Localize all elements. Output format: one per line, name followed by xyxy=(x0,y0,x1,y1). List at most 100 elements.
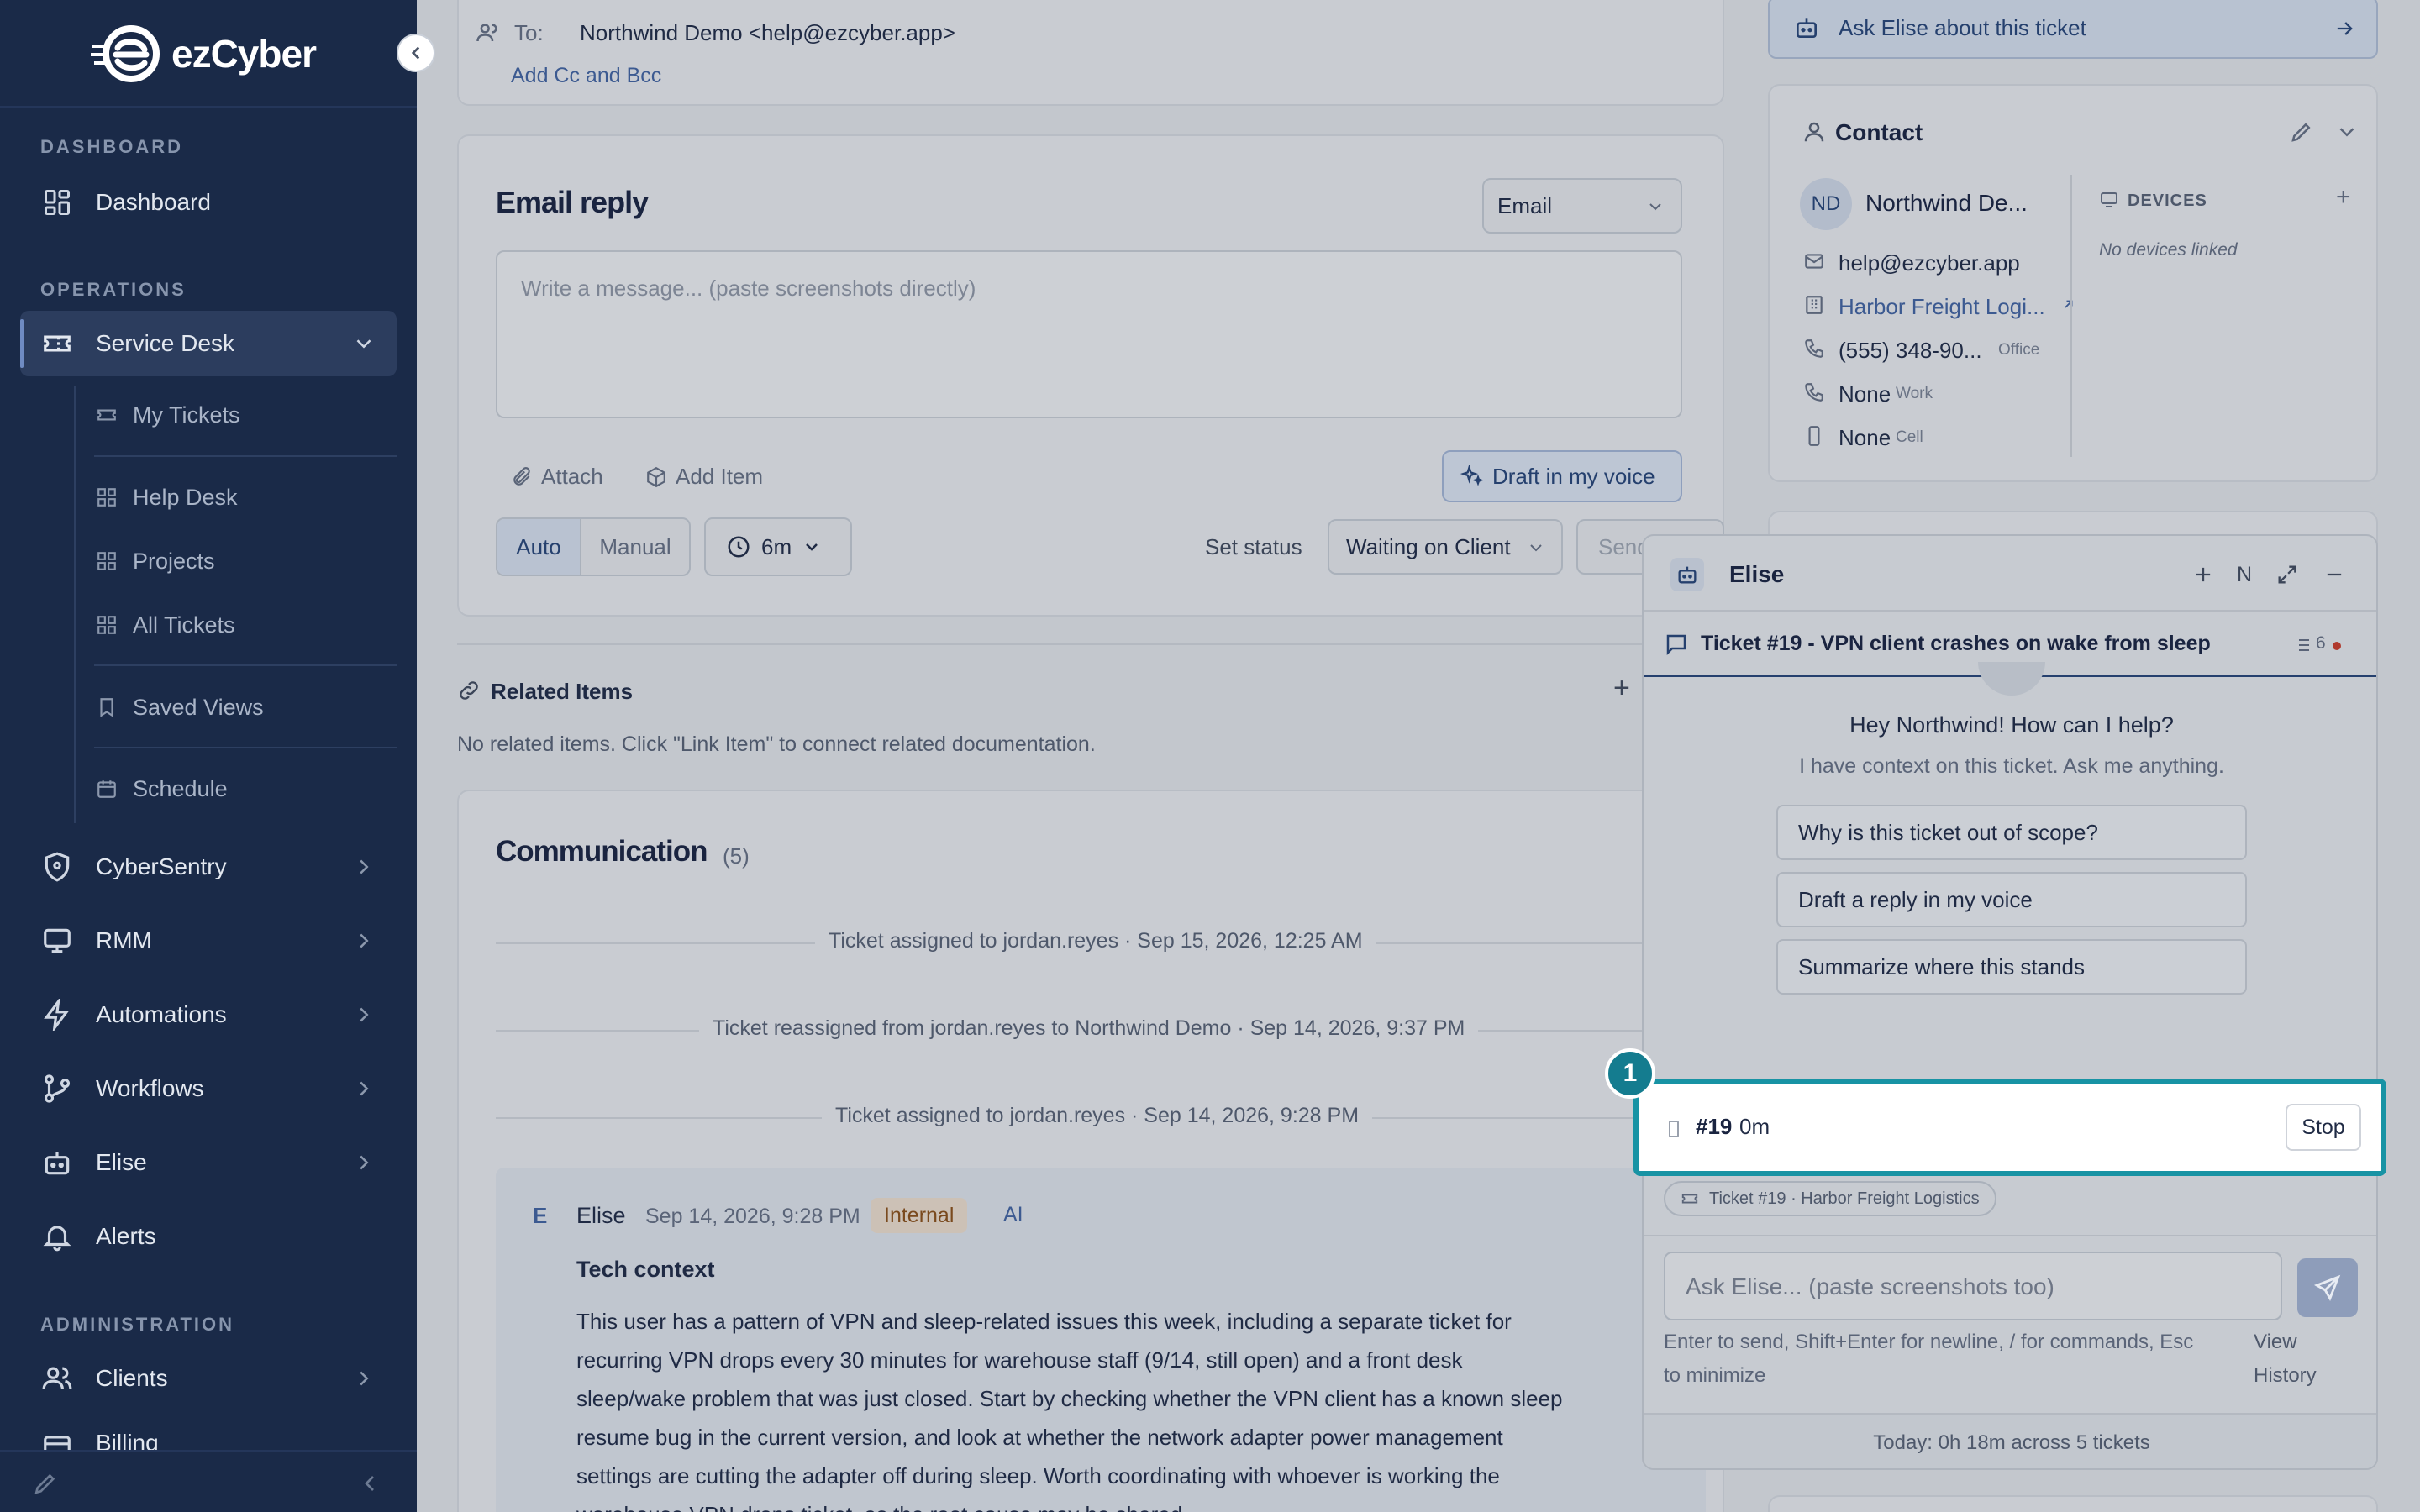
chevron-right-icon xyxy=(360,933,369,948)
grid-icon xyxy=(40,186,74,219)
communication-title: Communication xyxy=(496,835,708,868)
clock-icon xyxy=(728,536,750,558)
expand-icon[interactable] xyxy=(2275,563,2299,586)
phone-type: Office xyxy=(1998,341,2040,359)
sub-label: All Tickets xyxy=(133,612,235,638)
nav-label: Clients xyxy=(96,1365,168,1391)
unread-dot xyxy=(2333,642,2341,650)
minimize-icon[interactable] xyxy=(2323,563,2346,586)
bell-icon xyxy=(40,1220,74,1253)
channel-value: Email xyxy=(1497,192,1553,218)
manual-toggle[interactable]: Manual xyxy=(581,519,689,575)
contact-phone[interactable]: (555) 348-90... xyxy=(1839,338,1982,364)
send-message-button[interactable] xyxy=(2297,1258,2358,1317)
list-count: 6 xyxy=(2316,633,2326,653)
suggestion-out-of-scope[interactable]: Why is this ticket out of scope? xyxy=(1776,805,2247,860)
nav-rmm[interactable]: RMM xyxy=(20,908,397,974)
timer-ticket[interactable]: #19 xyxy=(1696,1114,1732,1140)
stop-timer-button[interactable]: Stop xyxy=(2286,1104,2361,1151)
view-history-link[interactable]: View xyxy=(2254,1331,2297,1354)
logo[interactable]: ezCyber xyxy=(91,22,317,86)
nav-dashboard[interactable]: Dashboard xyxy=(20,170,397,235)
nav-automations[interactable]: Automations xyxy=(20,982,397,1047)
recipients-card: To: Northwind Demo <help@ezcyber.app> Ad… xyxy=(457,0,1724,106)
set-status-label: Set status xyxy=(1205,534,1302,559)
sub-help-desk[interactable]: Help Desk xyxy=(94,471,397,523)
suggestion-summarize[interactable]: Summarize where this stands xyxy=(1776,939,2247,995)
contact-avatar: ND xyxy=(1800,178,1852,230)
devices-empty-text: No devices linked xyxy=(2099,240,2238,260)
contact-cell-phone: None xyxy=(1839,425,1891,450)
add-item-button[interactable]: Add Item xyxy=(645,464,763,490)
sidebar-collapse-button[interactable] xyxy=(397,34,435,72)
nav-alerts[interactable]: Alerts xyxy=(20,1204,397,1269)
nav-billing[interactable]: Billing xyxy=(20,1420,397,1450)
add-device-button[interactable]: + xyxy=(2336,183,2351,212)
time-value: 6m xyxy=(761,533,792,559)
nav-elise[interactable]: Elise xyxy=(20,1130,397,1195)
sub-my-tickets[interactable]: My Tickets xyxy=(94,389,397,441)
user-icon xyxy=(1804,122,1824,142)
timeline-event: Ticket assigned to jordan.reyes · Sep 15… xyxy=(815,929,1376,953)
chat-input[interactable]: Ask Elise... (paste screenshots too) xyxy=(1664,1252,2282,1320)
ticket-context-chip[interactable]: Ticket #19 · Harbor Freight Logistics xyxy=(1664,1181,1996,1216)
robot-icon xyxy=(1797,18,1817,38)
nav-cybersentry[interactable]: CyberSentry xyxy=(20,834,397,900)
time-select[interactable]: 6m xyxy=(704,517,852,576)
contact-work-phone: None xyxy=(1839,381,1891,407)
sub-schedule[interactable]: Schedule xyxy=(94,763,397,815)
nav-service-desk[interactable]: Service Desk xyxy=(20,311,397,376)
work-type: Work xyxy=(1896,385,1933,402)
pencil-icon[interactable] xyxy=(32,1470,59,1497)
contact-company-link[interactable]: Harbor Freight Logi... xyxy=(1839,294,2045,320)
sub-label: My Tickets xyxy=(133,402,240,428)
ask-elise-button[interactable]: Ask Elise about this ticket xyxy=(1768,0,2378,59)
list-icon[interactable] xyxy=(2292,635,2312,655)
chat-subtext: I have context on this ticket. Ask me an… xyxy=(1799,754,2224,778)
add-cc-bcc-link[interactable]: Add Cc and Bcc xyxy=(511,64,661,88)
timer-indicator-icon xyxy=(1669,1121,1679,1137)
users-icon xyxy=(476,24,497,42)
suggestion-draft-reply[interactable]: Draft a reply in my voice xyxy=(1776,872,2247,927)
chevron-left-icon[interactable] xyxy=(356,1470,383,1497)
attach-button[interactable]: Attach xyxy=(511,464,603,490)
sub-all-tickets[interactable]: All Tickets xyxy=(94,599,397,651)
sub-label: Schedule xyxy=(133,775,228,801)
submenu-line xyxy=(74,386,76,823)
auto-toggle[interactable]: Auto xyxy=(497,519,580,575)
nav-label: Automations xyxy=(96,1001,227,1027)
status-select[interactable]: Waiting on Client xyxy=(1328,519,1563,575)
chat-ticket-title: Ticket #19 - VPN client crashes on wake … xyxy=(1701,632,2211,655)
contact-card: Contact ND Northwind De... help@ezcyber.… xyxy=(1768,84,2378,482)
chat-header: Elise N xyxy=(1644,536,2376,612)
message-line: This user has a pattern of VPN and sleep… xyxy=(576,1309,1512,1334)
related-items-title: Related Items xyxy=(491,679,634,704)
nav-label: Workflows xyxy=(96,1075,204,1101)
message-textarea[interactable]: Write a message... (paste screenshots di… xyxy=(496,250,1682,418)
user-initial-button[interactable]: N xyxy=(2237,563,2252,587)
channel-select[interactable]: Email xyxy=(1482,178,1682,234)
contact-name[interactable]: Northwind De... xyxy=(1865,190,2028,217)
shield-icon xyxy=(40,850,74,884)
chevron-down-icon[interactable] xyxy=(2334,119,2360,144)
sub-projects[interactable]: Projects xyxy=(94,535,397,587)
view-history-link-cont[interactable]: History xyxy=(2254,1364,2317,1388)
sub-saved-views[interactable]: Saved Views xyxy=(94,681,397,733)
contact-email[interactable]: help@ezcyber.app xyxy=(1839,250,2020,276)
nav-label: Billing xyxy=(96,1430,159,1450)
nav-label: Elise xyxy=(96,1149,147,1175)
phone-icon xyxy=(1805,339,1823,358)
add-related-button[interactable]: + xyxy=(1613,672,1630,705)
external-link-icon[interactable] xyxy=(2060,297,2075,312)
internal-badge: Internal xyxy=(871,1198,968,1233)
to-recipient[interactable]: Northwind Demo <help@ezcyber.app> xyxy=(580,20,955,46)
pencil-icon[interactable] xyxy=(2289,119,2314,144)
nav-workflows[interactable]: Workflows xyxy=(20,1056,397,1121)
chevron-right-icon xyxy=(360,859,369,874)
nav-clients[interactable]: Clients xyxy=(20,1346,397,1411)
package-icon xyxy=(647,466,666,487)
draft-in-my-voice-button[interactable]: Draft in my voice xyxy=(1442,450,1682,502)
divider xyxy=(0,106,417,108)
message-body: This user has a pattern of VPN and sleep… xyxy=(576,1302,1563,1512)
plus-icon[interactable] xyxy=(2191,563,2215,586)
